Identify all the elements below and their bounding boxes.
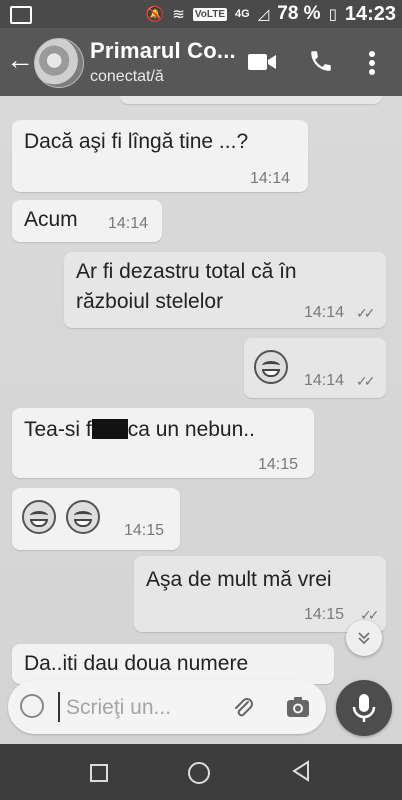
video-call-icon[interactable]: [248, 52, 276, 72]
more-options-icon[interactable]: [366, 50, 378, 76]
wifi-icon: ≋: [172, 6, 185, 23]
avatar[interactable]: [34, 38, 84, 88]
message-input[interactable]: [64, 690, 218, 726]
message-bubble[interactable]: Ar fi dezastru total că în războiul stel…: [64, 252, 386, 328]
volte-badge: VoLTE: [192, 7, 228, 21]
grinning-emoji-icon: [254, 350, 288, 384]
microphone-icon: [352, 694, 376, 722]
message-time: 14:15: [124, 522, 165, 539]
message-time: 14:15: [304, 606, 345, 623]
system-navigation-bar: [0, 744, 402, 800]
message-bubble[interactable]: 14:14 ✓✓: [244, 338, 386, 398]
message-time: 14:14: [304, 304, 345, 321]
signal-icon: ◿: [257, 6, 270, 23]
message-time: 14:14: [250, 170, 291, 187]
message-time: 14:15: [258, 456, 299, 473]
image-notification-icon: [10, 6, 32, 24]
message-bubble[interactable]: Da..iti dau doua numere: [12, 644, 334, 684]
clock: 14:23: [344, 2, 396, 25]
double-chevron-down-icon: [358, 632, 370, 645]
message-text-line: războiul stelelor: [76, 290, 224, 313]
message-text: Acum: [24, 208, 78, 231]
scroll-to-bottom-button[interactable]: [346, 620, 382, 656]
battery-percent: 78 %: [277, 3, 321, 24]
chat-area[interactable]: Dacă aşi fi lîngă tine ...? 14:14 Acum 1…: [0, 96, 402, 744]
voice-message-button[interactable]: [336, 680, 392, 736]
message-time: 14:14: [108, 215, 149, 232]
message-text: Dacă aşi fi lîngă tine ...?: [24, 130, 249, 153]
read-receipt-icon: ✓✓: [356, 305, 376, 321]
message-text: Tea-si f ca un nebun..: [24, 418, 255, 442]
message-time: 14:14: [304, 372, 345, 389]
back-triangle-icon[interactable]: [290, 760, 312, 782]
battery-icon: ▯: [328, 6, 337, 23]
emoji-icon[interactable]: [20, 694, 44, 718]
network-type: 4G: [235, 8, 250, 20]
contact-status: conectat/ă: [90, 68, 164, 85]
home-icon[interactable]: [188, 762, 210, 784]
message-text-before: Tea-si f: [24, 418, 92, 441]
message-text: Aşa de mult mă vrei: [146, 568, 332, 591]
contact-name[interactable]: Primarul Co...: [90, 38, 236, 64]
message-text-after: ca un nebun..: [127, 418, 255, 441]
text-cursor: [58, 692, 60, 722]
read-receipt-icon: ✓✓: [356, 373, 376, 389]
mute-icon: 🔕: [145, 6, 165, 23]
grinning-emoji-icon: [66, 500, 100, 534]
message-bubble[interactable]: Dacă aşi fi lîngă tine ...? 14:14: [12, 120, 308, 192]
phone-icon[interactable]: [308, 48, 334, 74]
message-bubble[interactable]: Tea-si f ca un nebun.. 14:15: [12, 408, 314, 478]
attachment-icon[interactable]: [230, 694, 256, 720]
message-bubble[interactable]: Aşa de mult mă vrei 14:15 ✓✓: [134, 556, 386, 632]
message-bubble[interactable]: 14:15: [12, 488, 180, 550]
message-text: Da..iti dau doua numere: [24, 652, 249, 675]
camera-icon[interactable]: [286, 696, 310, 718]
redaction-mark: [91, 419, 128, 439]
grinning-emoji-icon: [22, 500, 56, 534]
message-text-line: Ar fi dezastru total că în: [76, 260, 297, 283]
message-composer: [8, 680, 326, 734]
back-arrow-icon[interactable]: ←: [6, 46, 34, 74]
message-bubble[interactable]: Acum 14:14: [12, 200, 162, 242]
recent-apps-icon[interactable]: [90, 764, 108, 782]
chat-header: ← Primarul Co... conectat/ă: [0, 28, 402, 96]
message-bubble-partial: [120, 96, 382, 104]
status-bar: 🔕 ≋ VoLTE 4G ◿ 78 % ▯ 14:23: [0, 0, 402, 28]
